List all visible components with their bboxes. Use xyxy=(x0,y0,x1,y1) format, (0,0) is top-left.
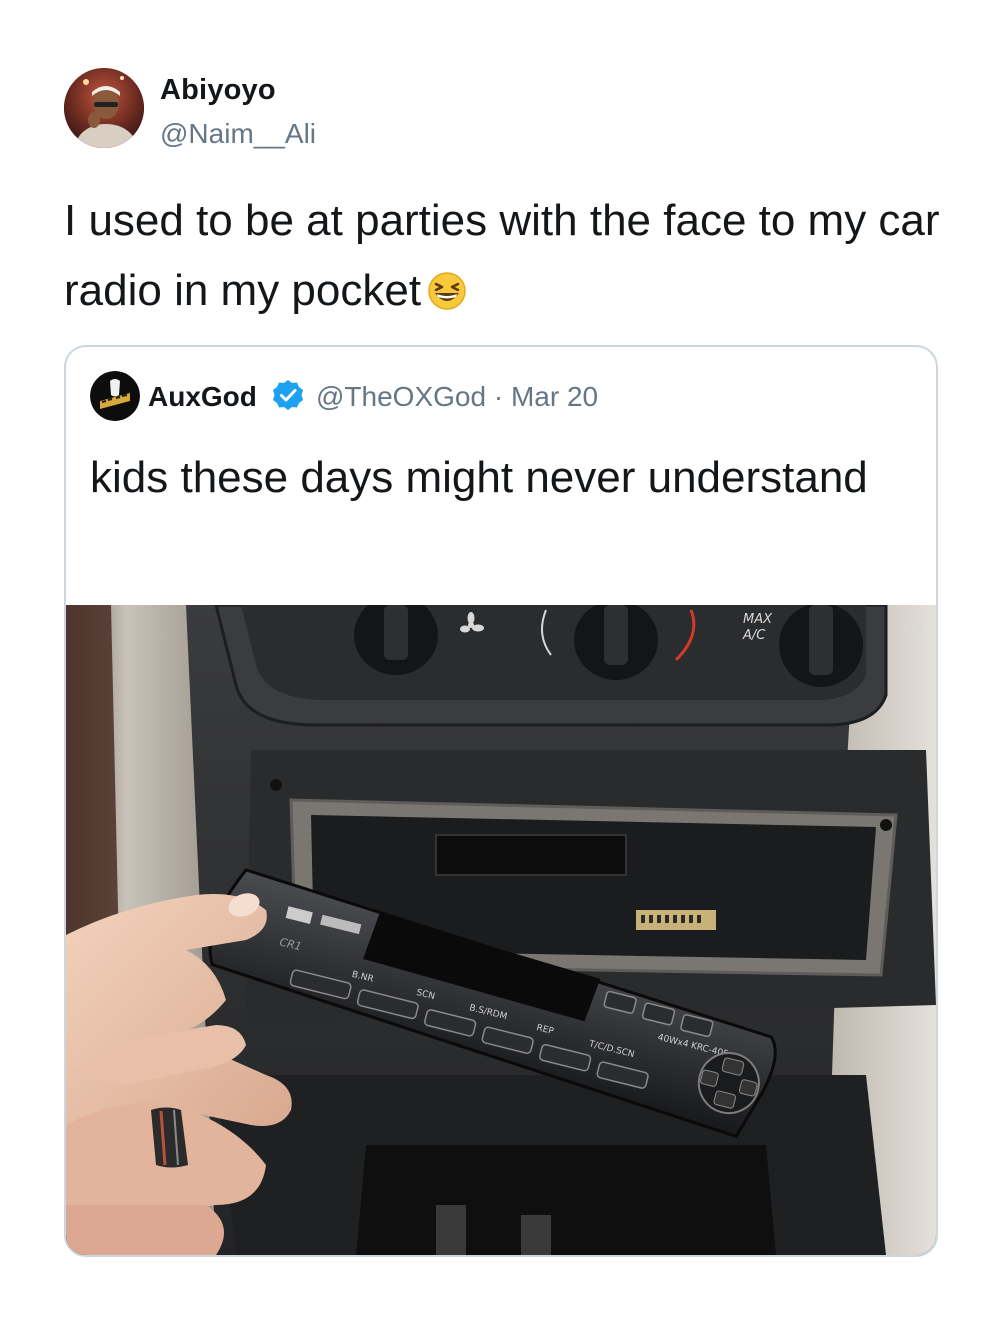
tweet-text-content: I used to be at parties with the face to… xyxy=(64,196,940,315)
quoted-tweet-photo[interactable]: MAX A/C CR1 B.NR SCN B.S/RDM REP T/C/D.S… xyxy=(66,595,936,1255)
quoted-tweet-text: kids these days might never understand xyxy=(90,453,868,502)
meta-separator: · xyxy=(493,381,504,412)
quoted-meta: @TheOXGod · Mar 20 xyxy=(316,381,598,413)
profile-photo-icon xyxy=(64,68,144,148)
dash-label-ac: A/C xyxy=(742,628,766,643)
author-avatar[interactable] xyxy=(64,68,144,148)
quoted-author-handle[interactable]: @TheOXGod xyxy=(316,381,486,412)
author-display-name[interactable]: Abiyoyo xyxy=(160,74,276,107)
car-radio-photo: MAX A/C CR1 B.NR SCN B.S/RDM REP T/C/D.S… xyxy=(66,595,936,1255)
author-handle[interactable]: @Naim__Ali xyxy=(160,118,316,150)
quoted-author-avatar[interactable] xyxy=(90,371,140,421)
grinning-squinting-face-emoji-icon xyxy=(427,262,467,310)
dash-knob-right xyxy=(779,603,863,687)
tweet-text: I used to be at parties with the face to… xyxy=(64,186,944,326)
verified-badge-icon xyxy=(272,379,304,411)
quoted-tweet-card[interactable]: AuxGod @TheOXGod · Mar 20 kids these day… xyxy=(64,345,938,1257)
quoted-author-display-name[interactable]: AuxGod xyxy=(148,381,257,413)
dash-label-max: MAX xyxy=(743,612,773,627)
tweet: Abiyoyo @Naim__Ali I used to be at parti… xyxy=(0,0,1000,1320)
quoted-date[interactable]: Mar 20 xyxy=(511,381,598,412)
auxgod-logo-icon xyxy=(90,371,140,421)
